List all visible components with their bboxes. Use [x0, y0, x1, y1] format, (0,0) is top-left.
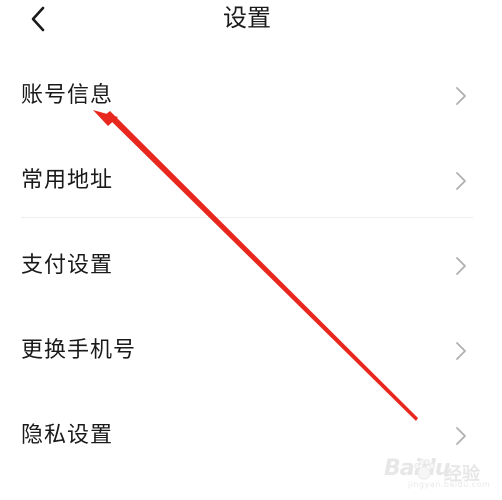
chevron-right-icon	[454, 426, 468, 446]
settings-menu-list: 账号信息 常用地址 支付设置 更换手机号 隐私设置	[0, 52, 502, 477]
baidu-jingyan-watermark: Baidu 经验 jingyan.baidu.com	[384, 452, 496, 490]
watermark-url: jingyan.baidu.com	[408, 480, 491, 489]
chevron-right-icon	[454, 171, 468, 191]
chevron-right-icon	[454, 86, 468, 106]
menu-item-account-info[interactable]: 账号信息	[0, 52, 502, 137]
paw-icon	[414, 459, 435, 480]
chevron-right-icon	[454, 341, 468, 361]
menu-item-common-address[interactable]: 常用地址	[0, 137, 502, 222]
menu-item-label: 常用地址	[21, 168, 114, 193]
menu-item-label: 隐私设置	[21, 423, 114, 448]
nav-bar: 设置	[0, 0, 502, 40]
menu-item-change-phone[interactable]: 更换手机号	[0, 307, 502, 392]
section-divider	[21, 217, 473, 218]
menu-item-label: 更换手机号	[21, 338, 137, 363]
menu-item-label: 支付设置	[21, 253, 114, 278]
menu-item-label: 账号信息	[21, 83, 114, 108]
chevron-right-icon	[454, 256, 468, 276]
menu-item-payment-settings[interactable]: 支付设置	[0, 222, 502, 307]
page-title: 设置	[223, 4, 271, 32]
